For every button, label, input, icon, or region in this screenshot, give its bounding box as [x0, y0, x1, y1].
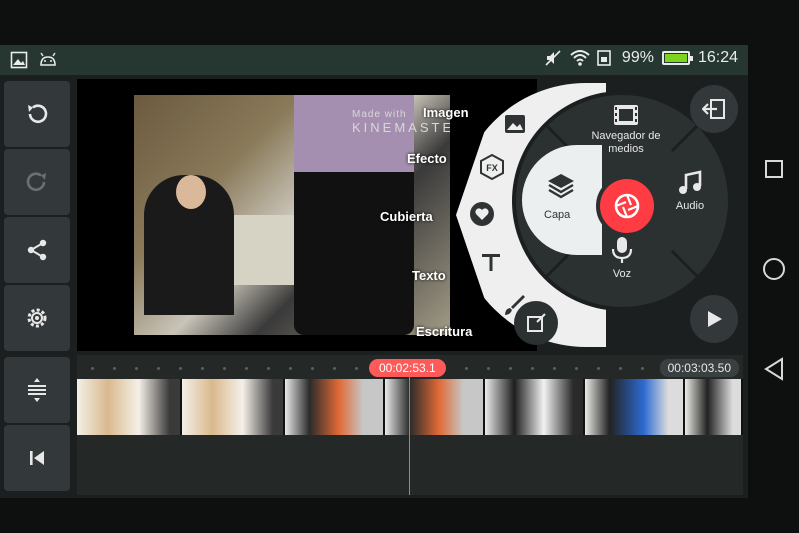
arc-label-sticker[interactable]: Cubierta	[380, 209, 433, 224]
battery-percent: 99%	[621, 49, 654, 66]
sticker-icon[interactable]	[467, 199, 497, 229]
frame-capture-icon	[527, 313, 546, 332]
home-button[interactable]	[762, 257, 786, 281]
clip-thumbnail[interactable]	[585, 379, 685, 435]
layers-icon	[548, 174, 574, 199]
editor: Made with KINEMASTER Imagen Efecto Cubie…	[0, 75, 748, 498]
gallery-icon	[10, 51, 28, 69]
voice-label: Voz	[612, 268, 632, 280]
ruler-tick	[223, 367, 226, 370]
clock: 16:24	[697, 49, 738, 66]
ruler-tick	[487, 367, 490, 370]
settings-button[interactable]	[4, 285, 70, 351]
ruler-tick	[289, 367, 292, 370]
ruler-tick	[509, 367, 512, 370]
audio-button[interactable]: Audio	[668, 169, 712, 212]
ruler-tick	[179, 367, 182, 370]
ruler-tick	[333, 367, 336, 370]
microphone-icon	[611, 237, 633, 263]
clip-thumbnail[interactable]	[182, 379, 285, 435]
ruler-tick	[597, 367, 600, 370]
wifi-icon	[570, 49, 590, 67]
jump-to-start-button[interactable]	[4, 425, 70, 491]
media-browser-button[interactable]: Navegador de medios	[588, 103, 664, 156]
ruler-tick	[575, 367, 578, 370]
camera-shutter-icon	[614, 193, 640, 219]
ruler-tick	[619, 367, 622, 370]
layer-label: Capa	[544, 209, 571, 221]
mute-icon	[544, 49, 562, 67]
square-icon	[765, 160, 783, 178]
record-button[interactable]	[596, 175, 658, 237]
share-icon	[27, 239, 47, 261]
voice-button[interactable]: Voz	[600, 235, 644, 280]
track-height-button[interactable]	[4, 357, 70, 423]
expand-tracks-icon	[28, 378, 46, 402]
redo-icon	[26, 172, 46, 191]
ruler-tick	[245, 367, 248, 370]
screen: 99% 16:24 Made with KINEMASTE Imagen Efe…	[0, 0, 799, 533]
media-browser-label: Navegador de medios	[591, 130, 661, 155]
share-button[interactable]	[4, 217, 70, 283]
audio-label: Audio	[675, 200, 705, 212]
playhead[interactable]	[409, 373, 410, 495]
ruler-tick	[201, 367, 204, 370]
duration-badge: 00:03:03.50	[659, 359, 739, 377]
recents-button[interactable]	[762, 157, 786, 181]
sim-icon	[596, 49, 614, 67]
ruler-tick	[267, 367, 270, 370]
ruler-tick	[135, 367, 138, 370]
undo-icon	[28, 104, 48, 123]
ruler-tick	[531, 367, 534, 370]
clip-thumbnail[interactable]	[685, 379, 743, 435]
gear-icon	[27, 308, 47, 328]
svg-text:FX: FX	[486, 163, 498, 173]
ruler-tick	[641, 367, 644, 370]
undo-button[interactable]	[4, 81, 70, 147]
timeline[interactable]: 00:02:53.1 00:03:03.50	[77, 355, 743, 495]
circle-icon	[763, 258, 785, 280]
fx-icon[interactable]: FX	[477, 152, 507, 182]
android-icon	[38, 51, 56, 69]
play-button[interactable]	[690, 295, 738, 343]
ruler-tick	[311, 367, 314, 370]
status-bar: 99% 16:24	[0, 45, 748, 75]
arc-label-handwriting[interactable]: Escritura	[416, 324, 472, 339]
capture-frame-button[interactable]	[514, 301, 558, 345]
ruler-tick	[553, 367, 556, 370]
left-toolbar	[4, 81, 72, 493]
back-button[interactable]	[762, 357, 786, 381]
clip-thumbnail[interactable]	[385, 379, 485, 435]
battery-icon	[661, 51, 693, 65]
music-note-icon	[679, 170, 702, 194]
play-icon	[708, 311, 722, 327]
clip-thumbnail[interactable]	[77, 379, 182, 435]
redo-button[interactable]	[4, 149, 70, 215]
video-track[interactable]	[77, 379, 743, 435]
arc-label-text[interactable]: Texto	[412, 268, 446, 283]
media-browser-icon	[614, 105, 638, 125]
clip-thumbnail[interactable]	[485, 379, 585, 435]
exit-icon	[702, 99, 725, 119]
clip-thumbnail[interactable]	[285, 379, 385, 435]
ruler-tick	[355, 367, 358, 370]
current-time-badge: 00:02:53.1	[369, 359, 446, 377]
ruler-tick	[113, 367, 116, 370]
arc-label-image[interactable]: Imagen	[423, 105, 469, 120]
skip-back-icon	[30, 451, 44, 465]
ruler-tick	[157, 367, 160, 370]
back-triangle-icon	[764, 357, 783, 381]
exit-button[interactable]	[690, 85, 738, 133]
ruler-tick	[465, 367, 468, 370]
system-nav-bar	[748, 45, 799, 498]
ruler-tick	[91, 367, 94, 370]
text-icon[interactable]	[476, 247, 506, 277]
arc-label-effect[interactable]: Efecto	[407, 151, 447, 166]
